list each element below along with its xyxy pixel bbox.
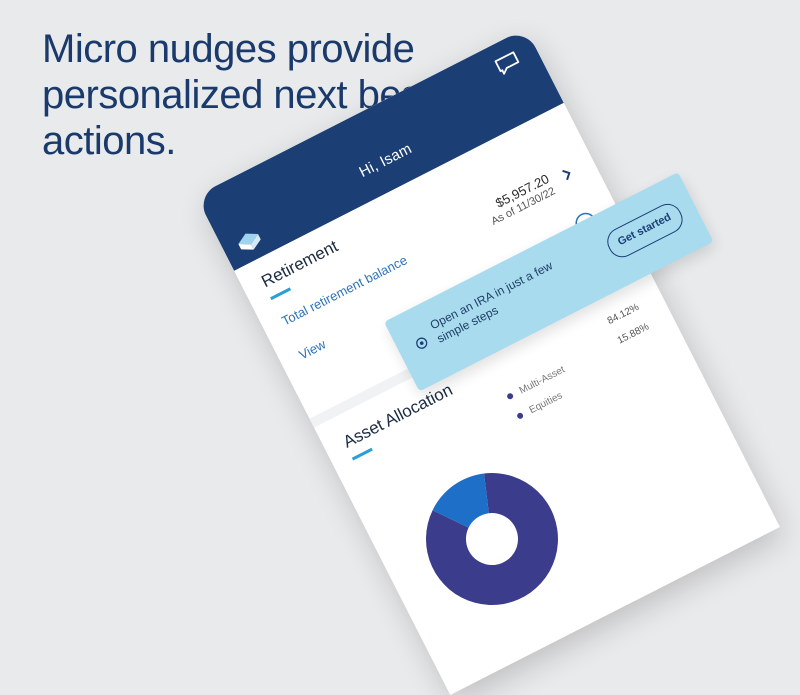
info-icon xyxy=(416,337,428,349)
legend-dot xyxy=(506,392,515,401)
allocation-donut-chart xyxy=(426,473,558,606)
legend-label: Equities xyxy=(527,390,565,417)
chevron-right-icon[interactable] xyxy=(560,165,575,182)
donut-slice-multi-asset xyxy=(426,473,558,606)
title-underline xyxy=(270,287,292,301)
view-link[interactable]: View xyxy=(296,336,328,362)
asset-allocation-title: Asset Allocation xyxy=(340,380,456,452)
legend-percent: 84.12% xyxy=(605,301,641,327)
legend-dot xyxy=(516,412,525,421)
chat-icon[interactable] xyxy=(493,50,523,77)
get-started-button[interactable]: Get started xyxy=(602,199,688,263)
legend-percent: 15.88% xyxy=(615,321,651,347)
